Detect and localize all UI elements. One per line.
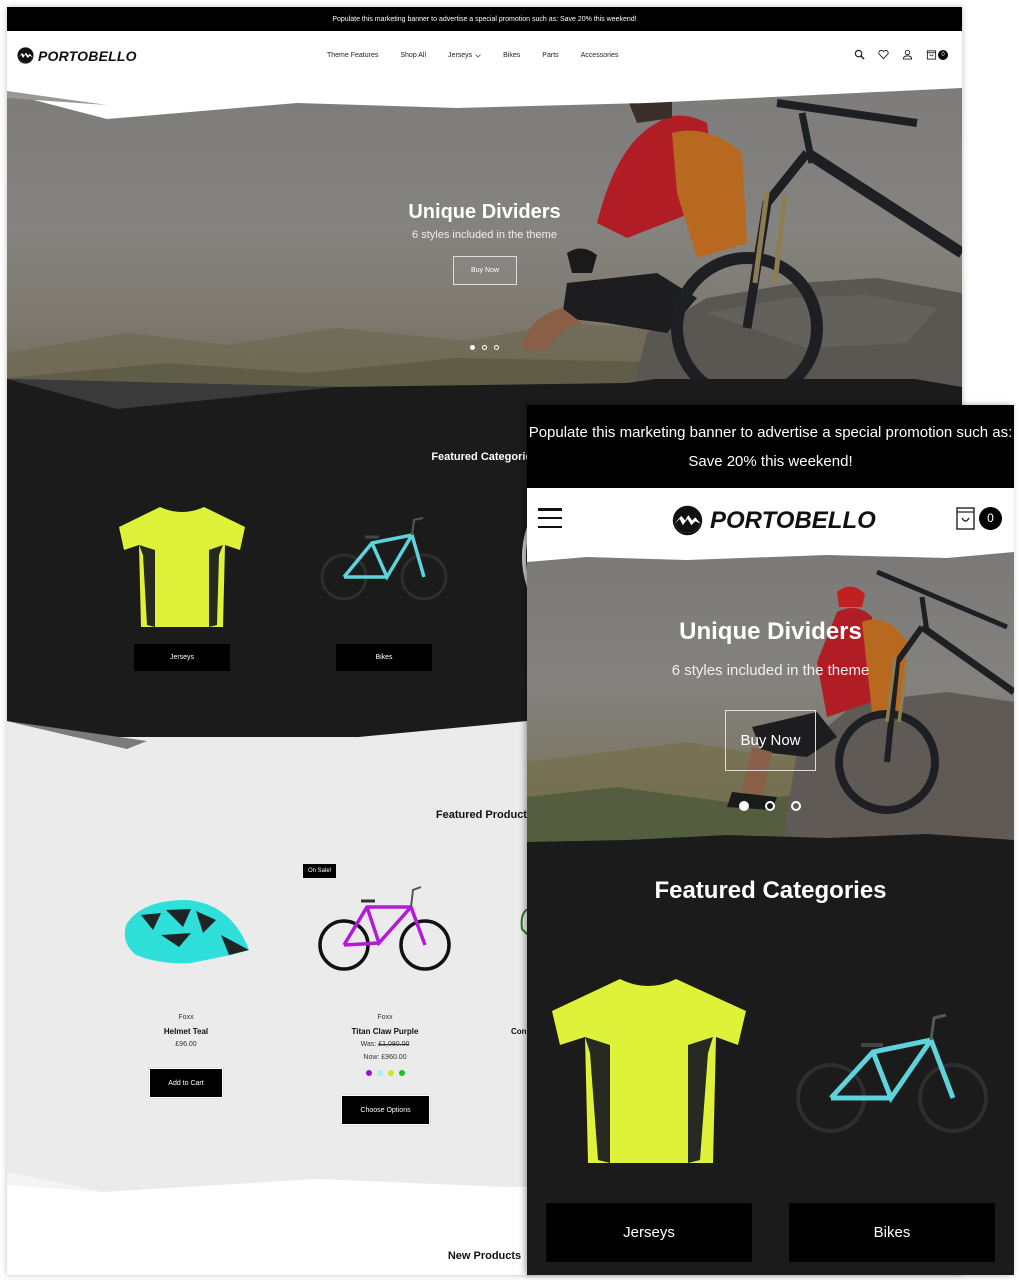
- main-nav: Theme Features Shop All Jerseys Bikes Pa…: [327, 52, 640, 59]
- nav-label: Bikes: [503, 52, 521, 59]
- product-now-price: Now: £960.00: [363, 1054, 407, 1061]
- nav-label: Accessories: [580, 52, 619, 59]
- slide-dot-1[interactable]: [470, 345, 475, 350]
- hero-title: Unique Dividers: [408, 201, 561, 223]
- site-header: PORTOBELLO Theme Features Shop All Jerse…: [7, 31, 962, 83]
- promo-banner: Populate this marketing banner to advert…: [7, 7, 962, 31]
- cart-button[interactable]: 0: [926, 49, 948, 60]
- mobile-preview: Populate this marketing banner to advert…: [527, 405, 1014, 1275]
- slide-dot-2[interactable]: [482, 345, 487, 350]
- was-label: Was:: [360, 1041, 377, 1048]
- category-jerseys-button[interactable]: Jerseys: [546, 1203, 752, 1262]
- slide-dot-2[interactable]: [765, 801, 775, 811]
- cart-count-badge: 0: [938, 49, 948, 60]
- logo[interactable]: PORTOBELLO: [17, 47, 137, 64]
- mobile-top-divider: [527, 552, 1014, 562]
- swatch-light-blue[interactable]: [376, 1070, 383, 1076]
- mobile-hero-bottom-divider: [527, 834, 1014, 845]
- nav-theme-features[interactable]: Theme Features: [327, 52, 378, 59]
- hero-subtitle: 6 styles included in the theme: [671, 662, 870, 679]
- purple-bike-image[interactable]: [317, 885, 453, 975]
- partial-product-name: Con: [511, 1027, 527, 1036]
- category-jerseys-button[interactable]: Jerseys: [134, 644, 230, 671]
- cart-count-badge: 0: [979, 506, 1002, 530]
- jersey-image[interactable]: [548, 975, 750, 1167]
- category-bikes-button[interactable]: Bikes: [789, 1203, 995, 1262]
- heart-icon[interactable]: [878, 49, 889, 60]
- product-price: £96.00: [175, 1041, 197, 1048]
- mobile-hero-slideshow: Unique Dividers 6 styles included in the…: [527, 552, 1014, 842]
- slide-dot-3[interactable]: [791, 801, 801, 811]
- hero-image: [527, 569, 1014, 842]
- color-swatches: [300, 1070, 470, 1076]
- chevron-down-icon: [475, 53, 481, 58]
- cart-icon: [926, 50, 937, 60]
- nav-jerseys[interactable]: Jerseys: [448, 52, 481, 59]
- nav-bikes[interactable]: Bikes: [503, 52, 520, 59]
- slide-dots: [739, 801, 801, 811]
- nav-label: Jerseys: [448, 52, 473, 59]
- product-brand: Foxx: [377, 1014, 393, 1021]
- logo-text: PORTOBELLO: [710, 506, 876, 534]
- slide-dot-3[interactable]: [494, 345, 499, 350]
- slide-dots: [470, 345, 499, 350]
- bike-image[interactable]: [317, 515, 451, 605]
- add-to-cart-button[interactable]: Add to Cart: [149, 1068, 223, 1098]
- nav-shop-all[interactable]: Shop All: [400, 52, 426, 59]
- mobile-logo[interactable]: PORTOBELLO: [672, 505, 876, 536]
- mobile-promo-banner: Populate this marketing banner to advert…: [527, 405, 1014, 488]
- choose-options-button[interactable]: Choose Options: [341, 1095, 430, 1125]
- product-name[interactable]: Titan Claw Purple: [300, 1027, 470, 1036]
- helmet-image[interactable]: [121, 895, 251, 965]
- top-divider: [7, 83, 962, 119]
- nav-label: Theme Features: [327, 52, 379, 59]
- hero-slideshow: Unique Dividers 6 styles included in the…: [7, 83, 962, 413]
- product-brand: Foxx: [178, 1014, 194, 1021]
- was-price-value: £1,080.00: [378, 1041, 410, 1048]
- mobile-promo-text: Populate this marketing banner to advert…: [528, 424, 1013, 470]
- promo-banner-text: Populate this marketing banner to advert…: [332, 15, 637, 23]
- hero-image: [7, 89, 962, 413]
- swatch-purple[interactable]: [365, 1070, 372, 1076]
- on-sale-badge: On Sale!: [303, 864, 337, 878]
- bike-image[interactable]: [791, 1010, 993, 1140]
- product-was-price: Was: £1,080.00: [300, 1041, 470, 1048]
- search-icon[interactable]: [854, 49, 865, 60]
- swatch-green[interactable]: [398, 1070, 405, 1076]
- mountain-logo-icon: [672, 505, 703, 536]
- logo-text: PORTOBELLO: [38, 47, 137, 64]
- category-bikes-button[interactable]: Bikes: [336, 644, 432, 671]
- slide-dot-1[interactable]: [739, 801, 749, 811]
- nav-parts[interactable]: Parts: [542, 52, 558, 59]
- swatch-lime[interactable]: [387, 1070, 394, 1076]
- buy-now-button[interactable]: Buy Now: [725, 710, 816, 771]
- mobile-header: PORTOBELLO 0: [527, 488, 1014, 552]
- hero-title: Unique Dividers: [679, 618, 862, 645]
- jersey-image[interactable]: [115, 505, 249, 631]
- user-icon[interactable]: [902, 49, 913, 60]
- featured-categories-title: Featured Categories: [654, 877, 887, 904]
- nav-label: Shop All: [400, 52, 427, 59]
- nav-label: Parts: [542, 52, 559, 59]
- header-icons: 0: [854, 49, 948, 60]
- nav-accessories[interactable]: Accessories: [581, 52, 619, 59]
- hero-subtitle: 6 styles included in the theme: [412, 229, 557, 241]
- mobile-cart-button[interactable]: 0: [956, 506, 1002, 530]
- product-name[interactable]: Helmet Teal: [101, 1027, 271, 1036]
- buy-now-button[interactable]: Buy Now: [453, 256, 517, 285]
- hamburger-menu-icon[interactable]: [538, 508, 562, 528]
- cart-icon: [956, 507, 975, 530]
- mountain-logo-icon: [17, 47, 34, 64]
